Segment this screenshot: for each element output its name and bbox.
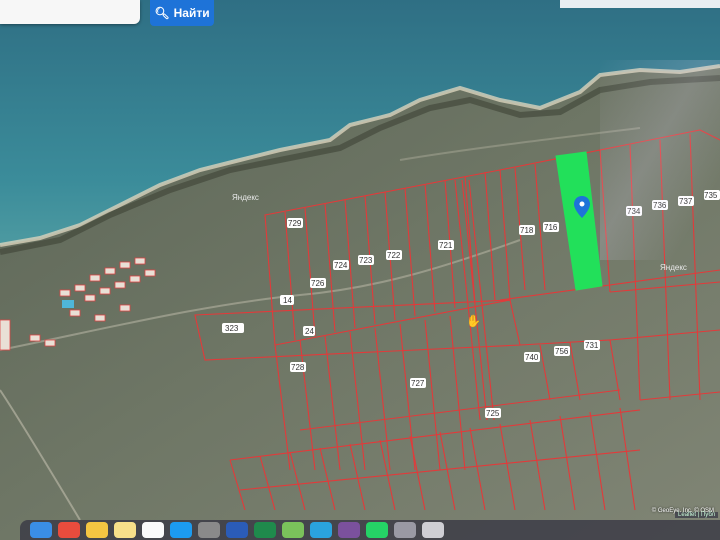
word-icon[interactable] xyxy=(226,522,248,538)
plot-label-723: 723 xyxy=(359,256,373,265)
plot-label-716: 716 xyxy=(544,223,558,232)
appstore-icon[interactable] xyxy=(170,522,192,538)
plot-label-724: 724 xyxy=(334,261,348,270)
search-input[interactable] xyxy=(0,0,140,24)
plot-label-729: 729 xyxy=(288,219,302,228)
chrome-icon[interactable] xyxy=(58,522,80,538)
search-icon: 🔍︎ xyxy=(154,6,170,20)
calendar-icon[interactable] xyxy=(142,522,164,538)
trash-icon[interactable] xyxy=(422,522,444,538)
map-provider-watermark: Яндекс xyxy=(660,263,687,272)
plot-label-735: 735 xyxy=(704,191,718,200)
pool xyxy=(62,300,74,308)
settings-icon[interactable] xyxy=(198,522,220,538)
notes-icon[interactable] xyxy=(114,522,136,538)
finder-icon[interactable] xyxy=(30,522,52,538)
plot-label-740: 740 xyxy=(525,353,539,362)
photos-icon[interactable] xyxy=(86,522,108,538)
hand-cursor-icon: ✋ xyxy=(466,314,481,328)
files-icon[interactable] xyxy=(394,522,416,538)
plot-label-721: 721 xyxy=(439,241,453,250)
satellite-map[interactable]: 323 14 729 726 724 723 722 721 718 716 7… xyxy=(0,0,720,540)
plot-label-756: 756 xyxy=(555,347,569,356)
search-button[interactable]: 🔍︎ Найти xyxy=(150,0,214,26)
plot-label-737: 737 xyxy=(679,197,693,206)
plot-label-731: 731 xyxy=(585,341,599,350)
plot-label-736: 736 xyxy=(653,201,667,210)
macos-dock xyxy=(20,520,720,540)
map-provider-watermark: Яндекс xyxy=(232,193,259,202)
plot-label-722: 722 xyxy=(387,251,401,260)
plot-label-726: 726 xyxy=(311,279,325,288)
plot-label-734: 734 xyxy=(627,207,641,216)
plot-label-323: 323 xyxy=(225,324,239,333)
excel-icon[interactable] xyxy=(254,522,276,538)
telegram-icon[interactable] xyxy=(310,522,332,538)
plot-label-727: 727 xyxy=(411,379,425,388)
header-strip xyxy=(560,0,720,8)
plot-label-14: 14 xyxy=(283,296,292,305)
whatsapp-icon[interactable] xyxy=(366,522,388,538)
search-button-label: Найти xyxy=(173,6,210,20)
maps-icon[interactable] xyxy=(282,522,304,538)
plot-label-24: 24 xyxy=(305,327,314,336)
plot-label-728: 728 xyxy=(291,363,305,372)
plot-label-718: 718 xyxy=(520,226,534,235)
leaflet-attribution[interactable]: Leaflet | Публ xyxy=(675,512,718,518)
plot-label-725: 725 xyxy=(486,409,500,418)
viber-icon[interactable] xyxy=(338,522,360,538)
